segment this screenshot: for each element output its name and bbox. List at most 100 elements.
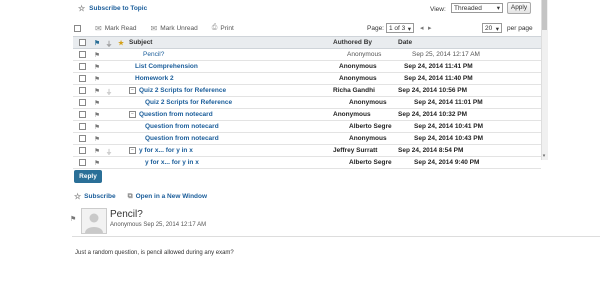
column-header-date[interactable]: Date [398, 39, 478, 46]
header-select-checkbox[interactable] [77, 39, 87, 46]
subscribe-label: Subscribe [84, 193, 116, 200]
flag-column-icon: ⚑ [94, 39, 100, 47]
flag-icon[interactable]: ⚑ [91, 51, 103, 59]
flag-icon[interactable]: ⚑ [91, 87, 103, 95]
row-author: Anonymous [349, 99, 387, 106]
row-date: Sep 24, 2014 8:54 PM [398, 147, 464, 154]
row-checkbox[interactable] [77, 63, 87, 70]
message-row[interactable]: ⚑ Homework 2 Anonymous Sep 24, 2014 11:4… [73, 73, 541, 85]
post-meta: Anonymous Sep 25, 2014 12:17 AM [110, 222, 207, 228]
message-row[interactable]: ⚑ Quiz 2 Scripts for Reference Anonymous… [73, 97, 541, 109]
row-author: Anonymous [339, 75, 377, 82]
row-date: Sep 24, 2014 11:41 PM [404, 63, 473, 70]
reply-button[interactable]: Reply [74, 170, 102, 183]
envelope-open-icon: ✉ [95, 23, 102, 33]
flag-icon[interactable]: ⚑ [91, 111, 103, 119]
star-icon: ☆ [78, 4, 86, 13]
print-label: Print [220, 24, 234, 32]
row-checkbox[interactable] [77, 111, 87, 118]
flag-icon[interactable]: ⚑ [91, 159, 103, 167]
row-checkbox[interactable] [77, 87, 87, 94]
apply-button[interactable]: Apply [507, 2, 531, 14]
subscribe-to-topic-label: Subscribe to Topic [89, 5, 148, 12]
new-window-icon: ⧉ [127, 192, 133, 200]
scroll-down-arrow-icon[interactable]: ▾ [541, 153, 547, 160]
attachment-icon: ⏚ [105, 148, 113, 156]
avatar [81, 208, 107, 234]
subject-link[interactable]: Homework 2 [135, 75, 174, 82]
per-page-label: per page [507, 25, 533, 32]
row-checkbox[interactable] [77, 135, 87, 142]
subject-link[interactable]: Question from notecard [145, 123, 219, 130]
row-date: Sep 24, 2014 10:43 PM [414, 135, 484, 142]
page-select[interactable]: 1 of 3 ▾ [386, 23, 414, 33]
next-page-icon[interactable]: ▸ [428, 24, 432, 32]
grid-scrollbar-thumb[interactable] [542, 0, 547, 30]
message-row[interactable]: ⚑ − Question from notecard Anonymous Sep … [73, 109, 541, 121]
message-row[interactable]: ⚑ ⏚ − Quiz 2 Scripts for Reference Richa … [73, 85, 541, 97]
row-date: Sep 24, 2014 9:40 PM [414, 159, 480, 166]
per-page-value: 20 [485, 25, 493, 32]
flag-icon[interactable]: ⚑ [91, 63, 103, 71]
row-author: Anonymous [347, 51, 382, 58]
select-all-checkbox[interactable] [74, 24, 81, 32]
post-title: Pencil? [110, 209, 143, 220]
row-checkbox[interactable] [77, 123, 87, 130]
message-row[interactable]: ⚑ Question from notecard Anonymous Sep 2… [73, 133, 541, 145]
message-row[interactable]: ⚑ ⏚ − y for x... for y in x Jeffrey Surra… [73, 145, 541, 157]
subject-link[interactable]: Quiz 2 Scripts for Reference [139, 87, 226, 94]
chevron-down-icon: ▾ [495, 26, 499, 33]
flag-icon[interactable]: ⚑ [91, 123, 103, 131]
open-in-new-window-link[interactable]: ⧉ Open in a New Window [128, 192, 207, 201]
subscribe-to-topic-link[interactable]: ☆ Subscribe to Topic [78, 4, 147, 13]
flag-icon[interactable]: ⚑ [91, 75, 103, 83]
flag-icon[interactable]: ⚑ [91, 147, 103, 155]
row-checkbox[interactable] [77, 99, 87, 106]
collapse-thread-icon[interactable]: − [129, 86, 136, 94]
row-author: Anonymous [339, 63, 377, 70]
previous-page-icon[interactable]: ◂ [420, 24, 424, 32]
view-label: View: [430, 6, 446, 13]
subject-link[interactable]: Quiz 2 Scripts for Reference [145, 99, 232, 106]
flag-icon[interactable]: ⚑ [91, 135, 103, 143]
row-checkbox[interactable] [77, 51, 87, 58]
subscribe-link[interactable]: ☆ Subscribe [74, 192, 116, 201]
collapse-thread-icon[interactable]: − [129, 146, 136, 154]
row-author: Richa Gandhi [333, 87, 375, 94]
subject-link[interactable]: Pencil? [143, 51, 164, 58]
row-checkbox[interactable] [77, 159, 87, 166]
row-date: Sep 25, 2014 12:17 AM [412, 51, 480, 58]
subject-link[interactable]: Question from notecard [145, 135, 219, 142]
row-checkbox[interactable] [77, 75, 87, 82]
mark-read-label: Mark Read [104, 24, 137, 32]
subject-link[interactable]: y for x... for y in x [145, 159, 199, 166]
mark-read-button[interactable]: ✉ Mark Read [95, 24, 137, 33]
message-toolbar: ✉ Mark Read ✉ Mark Unread ⎙ Print [74, 22, 234, 34]
collapse-thread-icon[interactable]: − [129, 110, 136, 118]
page-label: Page: [367, 25, 384, 32]
message-row[interactable]: ⚑ Question from notecard Alberto Segre S… [73, 121, 541, 133]
subject-link[interactable]: y for x... for y in x [139, 147, 193, 154]
row-author: Alberto Segre [349, 159, 392, 166]
view-select[interactable]: Threaded ▾ [451, 3, 503, 13]
row-date: Sep 24, 2014 10:56 PM [398, 87, 468, 94]
column-header-subject[interactable]: Subject [127, 39, 333, 46]
per-page-select[interactable]: 20 ▾ [482, 23, 502, 33]
row-author: Anonymous [333, 111, 371, 118]
mark-unread-button[interactable]: ✉ Mark Unread [151, 24, 198, 33]
row-date: Sep 24, 2014 11:40 PM [404, 75, 473, 82]
chevron-down-icon: ▾ [407, 26, 411, 33]
subject-link[interactable]: List Comprehension [135, 63, 198, 70]
envelope-icon: ✉ [150, 23, 158, 33]
flag-icon[interactable]: ⚑ [91, 99, 103, 107]
flag-icon[interactable]: ⚑ [70, 215, 76, 223]
message-row[interactable]: ⚑ List Comprehension Anonymous Sep 24, 2… [73, 61, 541, 73]
message-row[interactable]: ⚑ y for x... for y in x Alberto Segre Se… [73, 157, 541, 169]
column-header-authored-by[interactable]: Authored By [333, 39, 398, 46]
row-checkbox[interactable] [77, 147, 87, 154]
print-button[interactable]: ⎙ Print [212, 24, 234, 32]
page-select-value: 1 of 3 [389, 25, 406, 32]
subject-link[interactable]: Question from notecard [139, 111, 213, 118]
printer-icon: ⎙ [211, 24, 218, 31]
message-row[interactable]: ⚑ Pencil? Anonymous Sep 25, 2014 12:17 A… [73, 49, 541, 61]
